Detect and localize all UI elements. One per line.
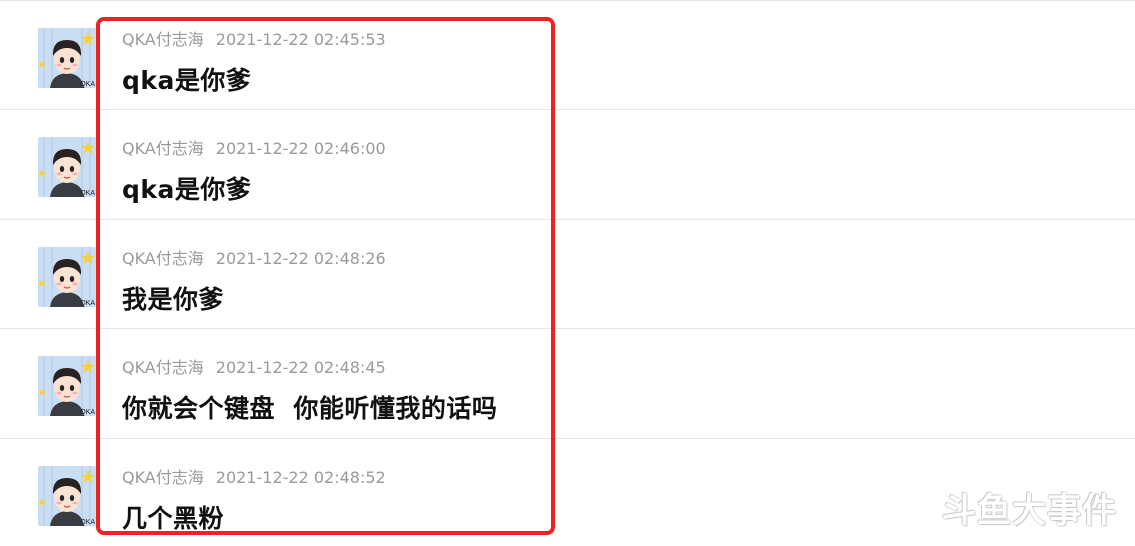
avatar-caption: QKA (80, 81, 95, 88)
row-divider (0, 438, 1135, 439)
sender-name[interactable]: QKA付志海 (122, 139, 204, 158)
user-avatar[interactable]: QKA (38, 466, 96, 526)
comment-meta: QKA付志海 2021-12-22 02:45:53 (122, 26, 386, 50)
timestamp: 2021-12-22 02:46:00 (215, 139, 386, 158)
timestamp: 2021-12-22 02:48:52 (215, 468, 386, 487)
comment-text: qka是你爹 (122, 66, 252, 95)
sender-name[interactable]: QKA付志海 (122, 30, 204, 49)
row-divider (0, 219, 1135, 220)
comment-meta: QKA付志海 2021-12-22 02:48:26 (122, 245, 386, 269)
sender-name[interactable]: QKA付志海 (122, 358, 204, 377)
sender-name[interactable]: QKA付志海 (122, 249, 204, 268)
watermark-text: 斗鱼大事件 (942, 491, 1117, 531)
comment-meta: QKA付志海 2021-12-22 02:48:52 (122, 464, 386, 488)
comment-text: 你就会个键盘 你能听懂我的话吗 (122, 394, 498, 423)
avatar-caption: QKA (80, 519, 95, 526)
row-divider (0, 0, 1135, 1)
timestamp: 2021-12-22 02:45:53 (215, 30, 386, 49)
row-divider (0, 328, 1135, 329)
comment-meta: QKA付志海 2021-12-22 02:46:00 (122, 135, 386, 159)
row-divider (0, 109, 1135, 110)
comment-text: 我是你爹 (122, 285, 225, 314)
avatar-caption: QKA (80, 190, 95, 197)
user-avatar[interactable]: QKA (38, 137, 96, 197)
user-avatar[interactable]: QKA (38, 28, 96, 88)
user-avatar[interactable]: QKA (38, 247, 96, 307)
timestamp: 2021-12-22 02:48:45 (215, 358, 386, 377)
comment-text: 几个黑粉 (122, 504, 225, 533)
timestamp: 2021-12-22 02:48:26 (215, 249, 386, 268)
comment-meta: QKA付志海 2021-12-22 02:48:45 (122, 354, 386, 378)
user-avatar[interactable]: QKA (38, 356, 96, 416)
avatar-caption: QKA (80, 409, 95, 416)
avatar-caption: QKA (80, 300, 95, 307)
comment-text: qka是你爹 (122, 175, 252, 204)
sender-name[interactable]: QKA付志海 (122, 468, 204, 487)
